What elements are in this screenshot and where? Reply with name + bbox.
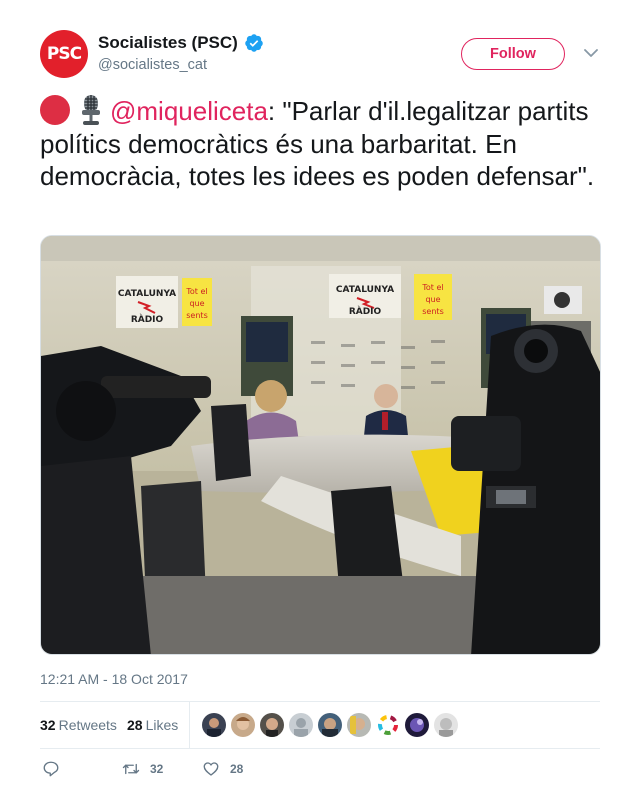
svg-text:RÀDIO: RÀDIO: [131, 313, 164, 325]
tweet-header: PSC Socialistes (PSC) @socialistes_cat F…: [40, 30, 600, 82]
like-button[interactable]: 28: [202, 760, 243, 778]
account-name-block[interactable]: Socialistes (PSC) @socialistes_cat: [98, 33, 264, 73]
svg-text:que: que: [425, 295, 440, 304]
liker-avatars: [202, 713, 458, 737]
svg-text:CATALUNYA: CATALUNYA: [118, 289, 176, 299]
likes-stat[interactable]: 28 Likes: [127, 717, 178, 733]
chevron-down-icon[interactable]: [584, 48, 598, 58]
account-handle[interactable]: @socialistes_cat: [98, 57, 264, 73]
retweets-stat[interactable]: 32 Retweets: [40, 717, 117, 733]
display-name[interactable]: Socialistes (PSC): [98, 33, 238, 53]
liker-avatar[interactable]: [405, 713, 429, 737]
liker-avatar[interactable]: [202, 713, 226, 737]
tweet-timestamp[interactable]: 12:21 AM - 18 Oct 2017: [40, 671, 188, 687]
liker-avatar[interactable]: [318, 713, 342, 737]
tweet-stats: 32 Retweets 28 Likes: [40, 702, 600, 748]
svg-text:RÀDIO: RÀDIO: [349, 305, 382, 317]
svg-text:Tot el: Tot el: [421, 283, 443, 292]
mention-link[interactable]: @miqueliceta: [110, 96, 268, 126]
likes-count: 28: [127, 717, 143, 733]
red-circle-emoji: [40, 95, 70, 125]
radio-studio-photo: CATALUNYA RÀDIO Tot el que sents CATALUN…: [41, 236, 600, 654]
liker-avatar[interactable]: [289, 713, 313, 737]
liker-avatar[interactable]: [260, 713, 284, 737]
tweet-photo[interactable]: CATALUNYA RÀDIO Tot el que sents CATALUN…: [40, 235, 601, 655]
liker-avatar[interactable]: [376, 713, 400, 737]
reply-button[interactable]: [42, 760, 60, 778]
retweet-count: 32: [150, 762, 164, 776]
liker-avatar[interactable]: [231, 713, 255, 737]
stats-separator: [189, 702, 190, 748]
heart-icon: [203, 762, 219, 776]
verified-badge-icon: [245, 34, 263, 52]
liker-avatar[interactable]: [434, 713, 458, 737]
tweet-actions: 32 28: [40, 760, 600, 782]
studio-microphone-emoji: [82, 95, 100, 125]
retweets-label: Retweets: [58, 717, 117, 733]
retweet-icon: [122, 763, 140, 775]
avatar[interactable]: PSC: [40, 30, 88, 78]
svg-text:sents: sents: [186, 311, 207, 320]
retweet-button[interactable]: 32: [122, 760, 163, 778]
tweet-text: @miqueliceta: "Parlar d'il.legalitzar pa…: [40, 94, 605, 193]
like-count: 28: [230, 762, 244, 776]
retweets-count: 32: [40, 717, 56, 733]
liker-avatar[interactable]: [347, 713, 371, 737]
svg-text:sents: sents: [422, 307, 443, 316]
svg-text:CATALUNYA: CATALUNYA: [336, 285, 394, 295]
likes-label: Likes: [145, 717, 179, 733]
follow-button[interactable]: Follow: [461, 38, 565, 70]
reply-icon: [43, 761, 59, 777]
divider: [40, 748, 600, 749]
svg-text:Tot el: Tot el: [185, 287, 207, 296]
svg-text:que: que: [189, 299, 204, 308]
